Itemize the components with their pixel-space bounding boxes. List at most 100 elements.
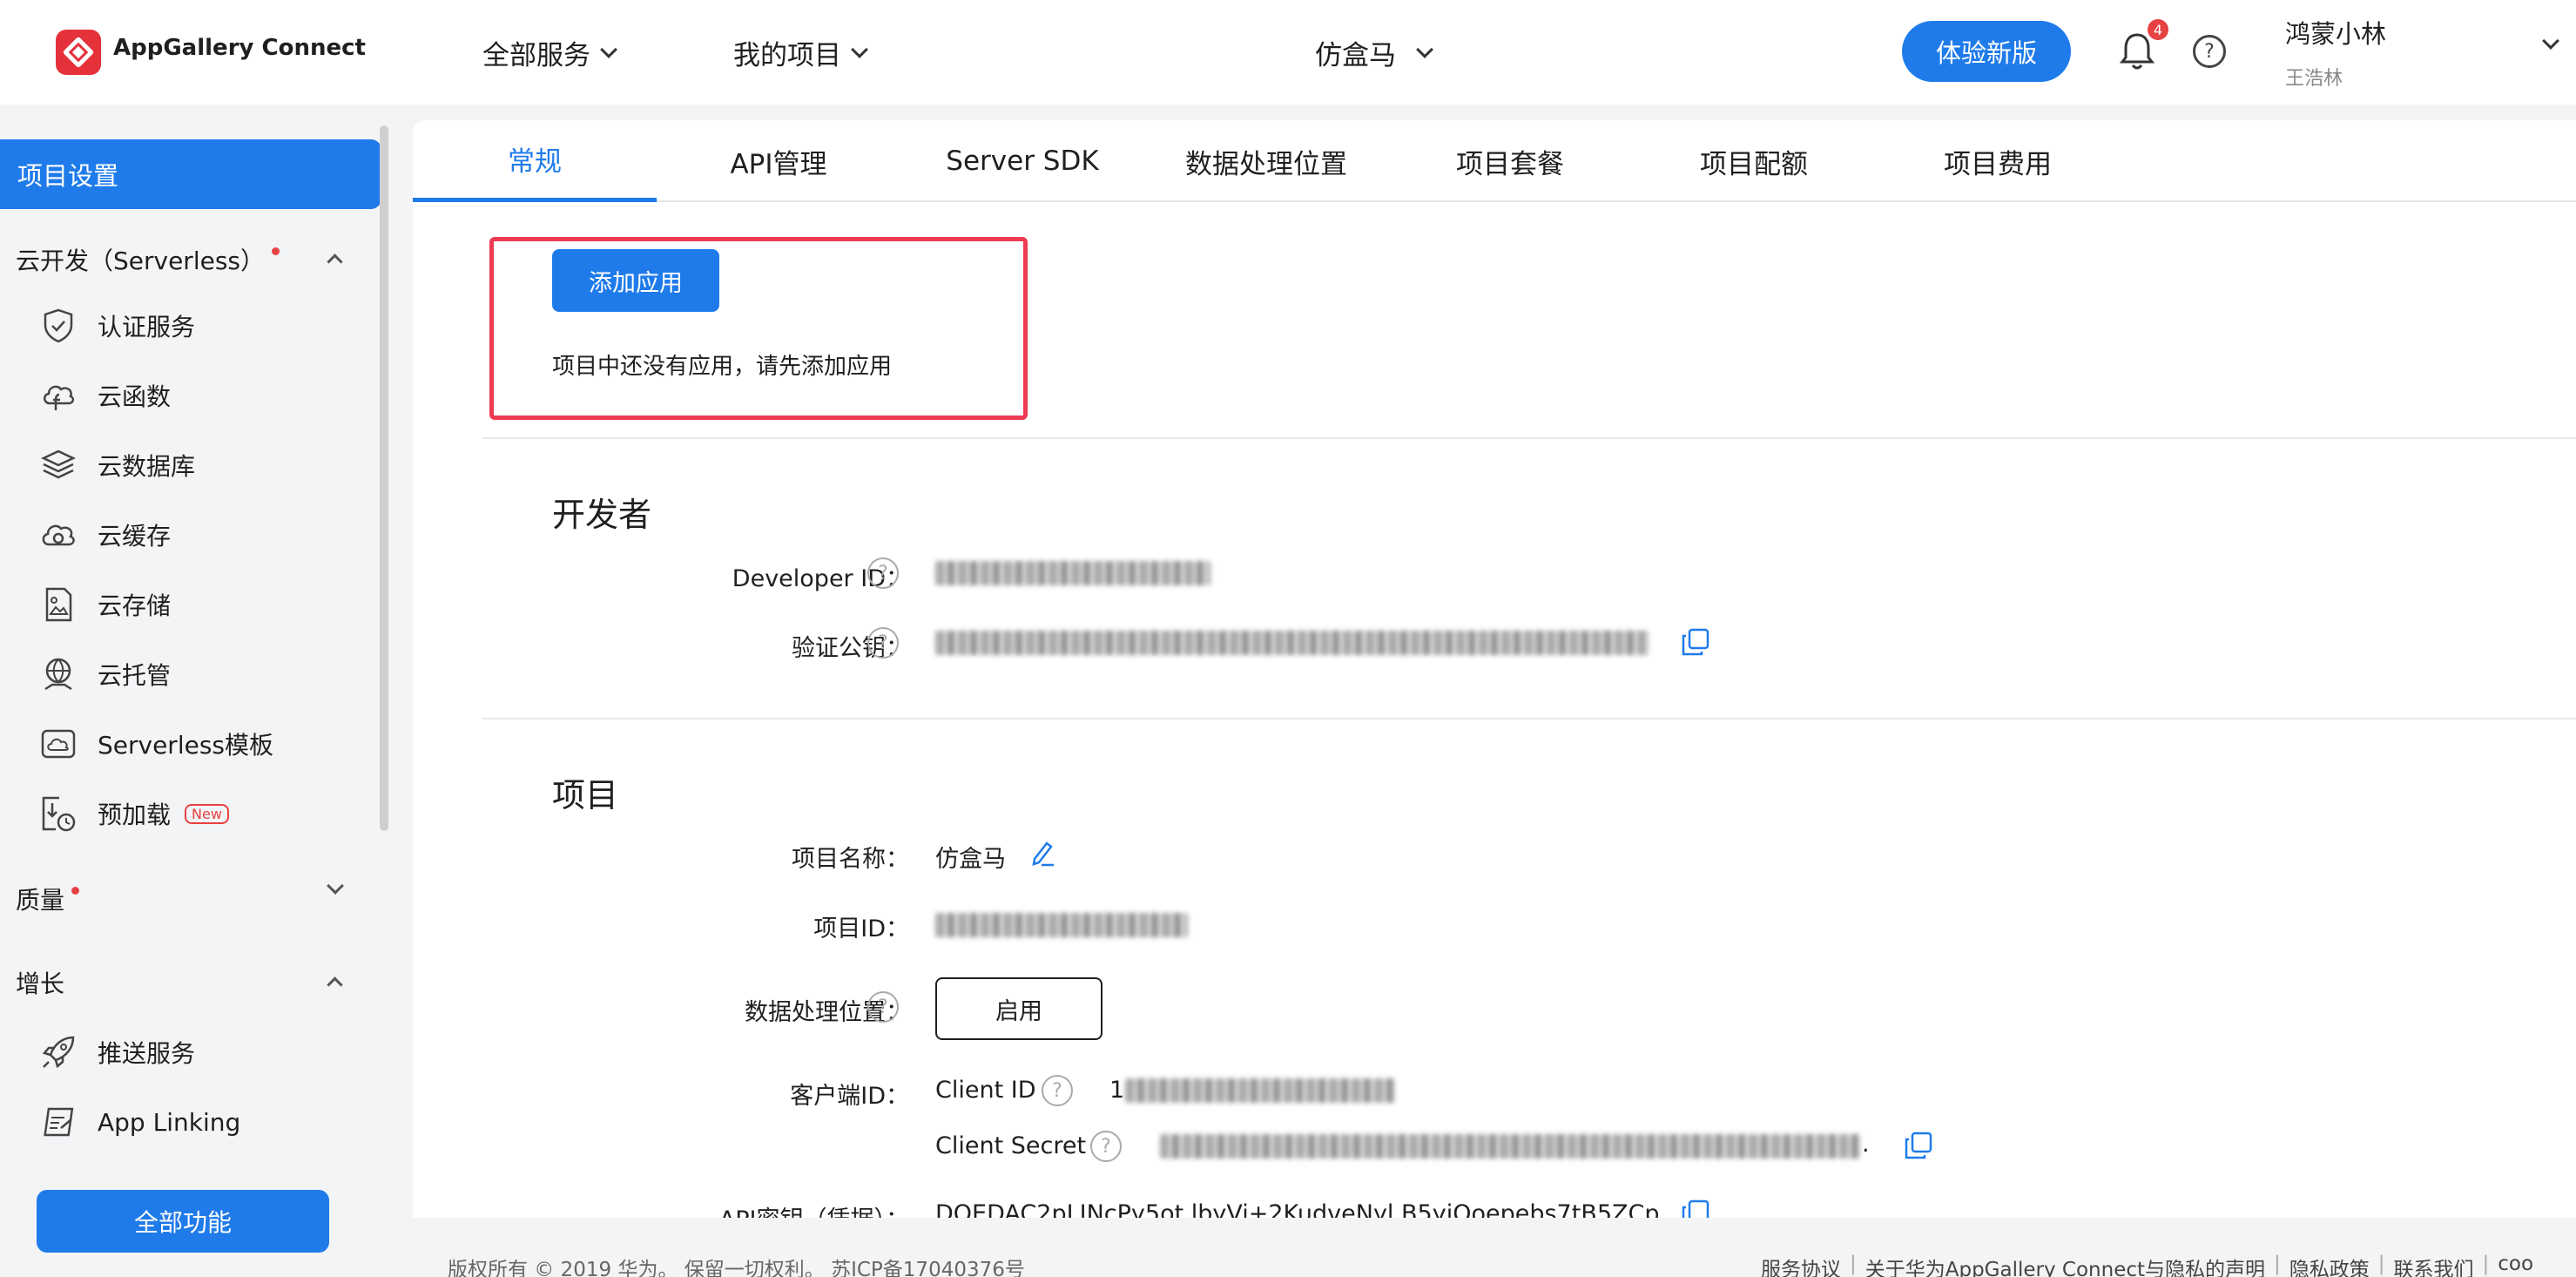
footer-links: 服务协议 | 关于华为AppGallery Connect与隐私的声明 | 隐私… xyxy=(1761,1253,2533,1277)
tab-project-plan[interactable]: 项目套餐 xyxy=(1388,120,1632,202)
sidebar-item-project-settings[interactable]: 项目设置 xyxy=(0,139,381,209)
sidebar-item-label: 云函数 xyxy=(98,382,172,411)
edit-pencil-icon[interactable] xyxy=(1028,838,1057,868)
copy-icon[interactable] xyxy=(1681,1199,1710,1218)
tab-data-location[interactable]: 数据处理位置 xyxy=(1144,120,1388,202)
help-circle-icon[interactable]: ? xyxy=(867,991,899,1023)
copy-icon[interactable] xyxy=(1681,627,1710,657)
sidebar-item-serverless-template[interactable]: Serverless模板 xyxy=(38,718,273,770)
footer-link-privacy-statement[interactable]: 关于华为AppGallery Connect与隐私的声明 xyxy=(1865,1253,2265,1277)
red-dot-indicator xyxy=(272,247,280,255)
help-circle-icon[interactable]: ? xyxy=(867,557,899,589)
copyright-text: 版权所有 © 2019 华为。 保留一切权利。 苏ICP备17040376号 xyxy=(448,1259,1025,1277)
sidebar-scrollbar[interactable] xyxy=(380,125,388,831)
sidebar-group-quality[interactable]: 质量 xyxy=(16,882,80,916)
sidebar-group-label: 云开发（Serverless） xyxy=(16,247,266,275)
sidebar-item-cloud-storage[interactable]: 云存储 xyxy=(38,578,171,631)
sidebar-item-auth-service[interactable]: 认证服务 xyxy=(38,300,195,352)
sidebar-item-label: 云存储 xyxy=(98,591,172,620)
chevron-down-icon xyxy=(600,40,617,58)
project-id-label: 项目ID： xyxy=(813,916,909,943)
developer-id-value xyxy=(935,561,1210,585)
footer-link-privacy-policy[interactable]: 隐私政策 xyxy=(2289,1253,2370,1277)
sidebar-item-label: 云托管 xyxy=(98,661,172,690)
appgallery-logo-icon[interactable] xyxy=(56,30,101,75)
sidebar-item-label: Serverless模板 xyxy=(98,731,274,760)
preload-download-icon xyxy=(42,796,76,832)
sidebar-item-cloud-cache[interactable]: 云缓存 xyxy=(38,509,171,561)
new-badge: New xyxy=(185,803,229,824)
tab-api-management[interactable]: API管理 xyxy=(657,120,900,202)
help-icon[interactable]: ? xyxy=(2193,35,2226,68)
sidebar-item-label: 认证服务 xyxy=(98,313,196,341)
notification-badge: 4 xyxy=(2148,19,2168,40)
red-dot-indicator xyxy=(71,886,80,895)
chevron-down-icon xyxy=(1416,40,1433,58)
project-id-value xyxy=(935,913,1188,937)
section-divider xyxy=(482,718,2576,720)
nav-all-services-label: 全部服务 xyxy=(482,40,590,71)
project-selector-label: 仿盒马 xyxy=(1315,40,1396,71)
sidebar-item-label: 云缓存 xyxy=(98,522,172,551)
client-secret-key: Client Secret xyxy=(935,1132,1087,1159)
help-circle-icon[interactable]: ? xyxy=(867,627,899,659)
rocket-icon xyxy=(42,1036,75,1069)
sidebar-item-app-linking[interactable]: App Linking xyxy=(38,1096,240,1148)
main-panel: 常规 API管理 Server SDK 数据处理位置 项目套餐 项目配额 项目费… xyxy=(413,120,2576,1218)
sidebar-group-serverless[interactable]: 云开发（Serverless） xyxy=(16,242,280,277)
sidebar-group-growth[interactable]: 增长 xyxy=(16,965,64,1000)
footer-link-contact[interactable]: 联系我们 xyxy=(2394,1253,2474,1277)
sidebar-item-label: 云数据库 xyxy=(98,452,196,481)
tab-project-quota[interactable]: 项目配额 xyxy=(1632,120,1876,202)
link-page-icon xyxy=(44,1107,74,1137)
nav-all-services[interactable]: 全部服务 xyxy=(482,33,617,72)
section-divider xyxy=(482,437,2576,439)
nav-my-projects[interactable]: 我的项目 xyxy=(733,33,868,72)
all-features-button[interactable]: 全部功能 xyxy=(37,1190,329,1253)
project-selector[interactable]: 仿盒马 xyxy=(1315,33,1433,72)
cloud-function-icon xyxy=(44,385,75,410)
user-menu-chevron-icon[interactable] xyxy=(2542,32,2559,50)
api-key-value: DQEDAC2pLJNcPy5ot lbyVi+2KudveNyl B5yiQo… xyxy=(935,1200,1682,1218)
footer-link-cookies[interactable]: coo xyxy=(2498,1253,2533,1277)
sidebar: 项目设置 云开发（Serverless） 认证服务 云函数 云数据库 云缓存 云… xyxy=(0,105,394,1277)
user-name[interactable]: 鸿蒙小林 xyxy=(2285,14,2386,51)
footer-separator: | xyxy=(1850,1253,1857,1275)
try-new-version-button[interactable]: 体验新版 xyxy=(1902,21,2071,82)
user-account: 王浩林 xyxy=(2285,68,2343,90)
shield-icon xyxy=(44,308,73,343)
sidebar-item-push-service[interactable]: 推送服务 xyxy=(38,1026,195,1078)
help-circle-icon[interactable]: ? xyxy=(1090,1131,1122,1162)
client-id-value xyxy=(1125,1078,1395,1103)
footer-link-terms[interactable]: 服务协议 xyxy=(1761,1253,1841,1277)
sidebar-item-cloud-functions[interactable]: 云函数 xyxy=(38,369,171,422)
chevron-down-icon xyxy=(851,40,868,58)
developer-section-title: 开发者 xyxy=(552,496,652,534)
add-app-button[interactable]: 添加应用 xyxy=(552,249,719,312)
copy-icon[interactable] xyxy=(1904,1131,1933,1160)
sidebar-item-label: App Linking xyxy=(98,1107,241,1137)
client-secret-ellipsis: . xyxy=(1862,1131,1870,1158)
sidebar-group-label: 增长 xyxy=(16,970,65,998)
tab-general[interactable]: 常规 xyxy=(413,120,657,202)
project-name-value: 仿盒马 xyxy=(935,846,1006,873)
globe-hand-icon xyxy=(44,658,72,691)
enable-data-location-button[interactable]: 启用 xyxy=(935,977,1103,1040)
chevron-up-icon[interactable] xyxy=(327,253,343,270)
brand-name[interactable]: AppGallery Connect xyxy=(113,35,366,61)
tab-project-cost[interactable]: 项目费用 xyxy=(1876,120,2120,202)
cloud-cache-icon xyxy=(42,524,75,546)
tab-server-sdk[interactable]: Server SDK xyxy=(900,120,1144,202)
sidebar-group-label: 质量 xyxy=(16,886,65,915)
sidebar-item-cloud-database[interactable]: 云数据库 xyxy=(38,439,195,491)
public-key-value xyxy=(935,631,1649,655)
api-key-label: API密钥（凭据）： xyxy=(648,1200,909,1218)
chevron-up-icon[interactable] xyxy=(327,976,343,993)
sidebar-item-cloud-hosting[interactable]: 云托管 xyxy=(38,648,171,700)
footer-separator: | xyxy=(2377,1253,2385,1275)
sidebar-item-preload[interactable]: 预加载 New xyxy=(38,787,229,840)
help-circle-icon[interactable]: ? xyxy=(1042,1075,1073,1106)
tab-bar: 常规 API管理 Server SDK 数据处理位置 项目套餐 项目配额 项目费… xyxy=(413,120,2576,202)
sidebar-item-label: 推送服务 xyxy=(98,1039,196,1068)
chevron-down-icon[interactable] xyxy=(327,877,344,895)
